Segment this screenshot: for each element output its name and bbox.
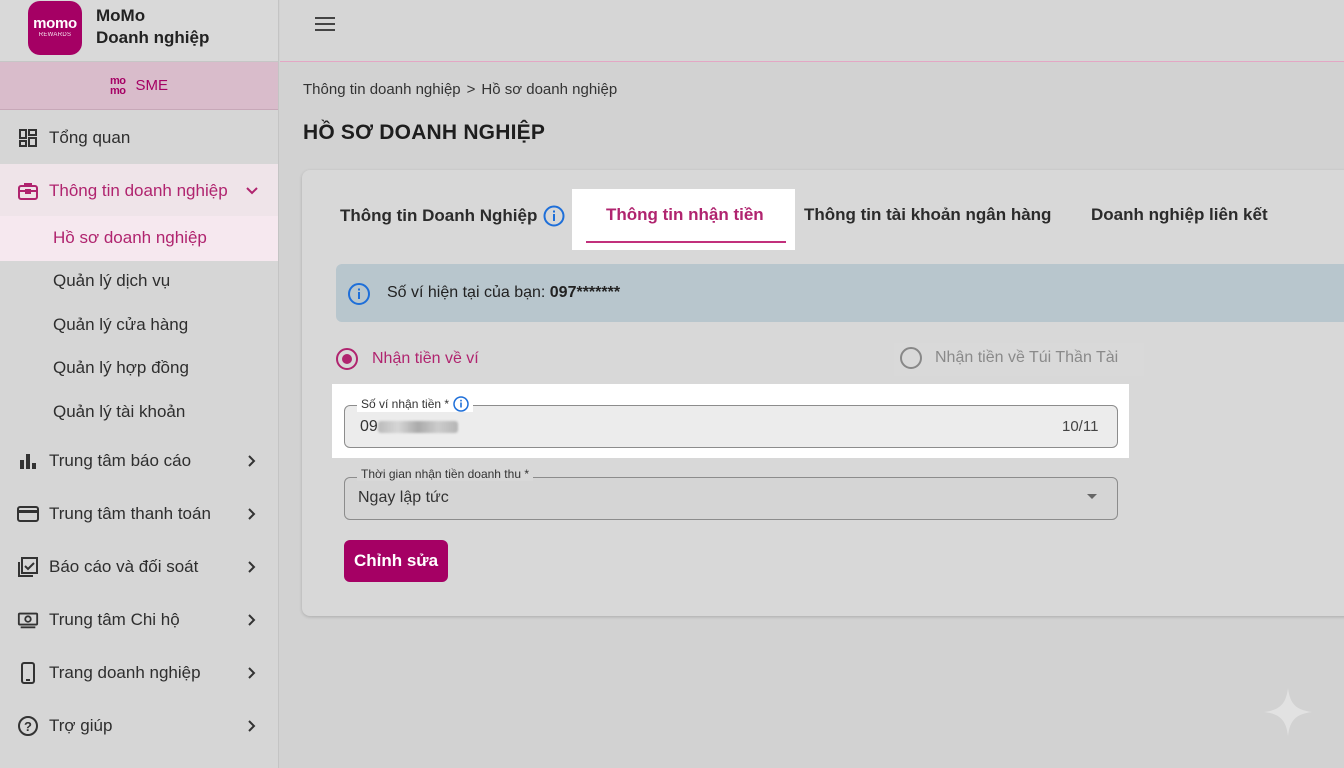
- help-icon: ?: [17, 715, 39, 737]
- sidebar-subitem-ho-so-doanh-nghiep[interactable]: Hồ sơ doanh nghiệp: [53, 228, 207, 248]
- sidebar-item-label: Trung tâm báo cáo: [49, 451, 192, 470]
- radio-unchecked-icon[interactable]: [900, 347, 922, 369]
- tab-doanh-nghiep-lien-ket[interactable]: Doanh nghiệp liên kết: [1091, 205, 1268, 225]
- sme-momo-icon: mo mo: [109, 74, 126, 97]
- credit-card-icon: [17, 503, 39, 525]
- brand-title: MoMo Doanh nghiệp: [96, 5, 209, 49]
- page-title: HỒ SƠ DOANH NGHIỆP: [303, 121, 546, 144]
- breadcrumb-current: Hồ sơ doanh nghiệp: [481, 81, 618, 98]
- info-icon[interactable]: [453, 396, 469, 412]
- logo-subtext: REWARDS: [38, 32, 72, 38]
- tab-active-underline: [586, 241, 786, 243]
- sidebar-item-tong-quan[interactable]: Tổng quan: [0, 126, 278, 150]
- checklist-icon: [17, 556, 39, 578]
- chevron-down-icon: [246, 187, 258, 195]
- sidebar-subitem-quan-ly-tai-khoan[interactable]: Quản lý tài khoản: [53, 402, 185, 422]
- logo-text: momo: [33, 15, 77, 32]
- svg-text:?: ?: [24, 719, 32, 734]
- edit-button[interactable]: Chỉnh sửa: [344, 540, 448, 582]
- revenue-time-label: Thời gian nhận tiền doanh thu *: [357, 467, 533, 481]
- chevron-right-icon: [248, 561, 256, 573]
- wallet-number-counter: 10/11: [1062, 418, 1099, 435]
- radio-nhan-tien-ve-vi[interactable]: Nhận tiền về ví: [336, 348, 479, 370]
- sidebar-item-label: Trung tâm thanh toán: [49, 504, 211, 523]
- wallet-number-value: 09: [360, 418, 458, 436]
- sidebar-item-label: Trung tâm Chi hộ: [49, 610, 180, 629]
- sme-mark-top: mo: [109, 74, 126, 87]
- tab-thong-tin-tai-khoan-ngan-hang[interactable]: Thông tin tài khoản ngân hàng: [804, 205, 1051, 225]
- wallet-number-prefix: 09: [360, 418, 378, 435]
- tab-label: Thông tin Doanh Nghiệp: [340, 206, 538, 225]
- brand-header: momo REWARDS MoMo Doanh nghiệp: [0, 0, 278, 62]
- breadcrumb-separator-icon: >: [466, 81, 476, 98]
- dashboard-icon: [17, 127, 39, 149]
- briefcase-icon: [17, 180, 39, 202]
- sidebar-item-trung-tam-thanh-toan[interactable]: Trung tâm thanh toán: [0, 502, 278, 526]
- radio-nhan-tien-ve-tui-than-tai[interactable]: Nhận tiền về Túi Thần Tài: [900, 347, 1118, 369]
- sidebar-item-trang-doanh-nghiep[interactable]: Trang doanh nghiệp: [0, 661, 278, 685]
- wallet-number-label-text: Số ví nhận tiền *: [361, 397, 450, 411]
- current-wallet-text: Số ví hiện tại của bạn: 097*******: [387, 284, 620, 302]
- tab-thong-tin-nhan-tien[interactable]: Thông tin nhận tiền: [606, 205, 764, 225]
- chevron-right-icon: [248, 667, 256, 679]
- brand-title-line1: MoMo: [96, 5, 146, 25]
- sme-mark-bottom: mo: [109, 84, 126, 97]
- sidebar-item-label: Thông tin doanh nghiệp: [49, 181, 228, 200]
- sidebar-item-label: Trang doanh nghiệp: [49, 663, 201, 682]
- current-wallet-value: 097*******: [549, 284, 621, 301]
- sparkle-icon: [1264, 688, 1312, 736]
- radio-label: Nhận tiền về Túi Thần Tài: [935, 349, 1119, 366]
- sidebar-item-label: Tổng quan: [49, 128, 131, 147]
- bar-chart-icon: [17, 450, 39, 472]
- sme-badge: mo mo SME: [0, 62, 278, 110]
- sidebar-item-tro-giup[interactable]: ? Trợ giúp: [0, 714, 278, 738]
- info-icon: [348, 283, 370, 305]
- sidebar-item-bao-cao-va-doi-soat[interactable]: Báo cáo và đối soát: [0, 555, 278, 579]
- masked-digits: [377, 420, 458, 433]
- sidebar-subitem-quan-ly-hop-dong[interactable]: Quản lý hợp đồng: [53, 358, 189, 378]
- chevron-right-icon: [248, 508, 256, 520]
- dropdown-arrow-icon[interactable]: [1085, 492, 1099, 502]
- sidebar-subitem-quan-ly-cua-hang[interactable]: Quản lý cửa hàng: [53, 315, 188, 335]
- sidebar-item-label: Trợ giúp: [49, 716, 113, 735]
- current-wallet-banner: Số ví hiện tại của bạn: 097*******: [336, 264, 1344, 322]
- chevron-right-icon: [248, 455, 256, 467]
- topbar: [280, 0, 1344, 62]
- revenue-time-select[interactable]: [344, 477, 1118, 520]
- radio-checked-icon[interactable]: [336, 348, 358, 370]
- info-icon[interactable]: [543, 205, 565, 227]
- radio-label: Nhận tiền về ví: [372, 350, 479, 367]
- sidebar-item-trung-tam-chi-ho[interactable]: Trung tâm Chi hộ: [0, 608, 278, 632]
- sidebar-item-trung-tam-bao-cao[interactable]: Trung tâm báo cáo: [0, 449, 278, 473]
- chevron-right-icon: [248, 720, 256, 732]
- tab-thong-tin-doanh-nghiep[interactable]: Thông tin Doanh Nghiệp: [340, 205, 565, 227]
- wallet-number-label: Số ví nhận tiền *: [357, 396, 474, 412]
- sidebar-item-label: Báo cáo và đối soát: [49, 557, 199, 576]
- menu-icon[interactable]: [315, 17, 335, 33]
- sidebar-subitem-quan-ly-dich-vu[interactable]: Quản lý dịch vụ: [53, 271, 170, 291]
- momo-logo[interactable]: momo REWARDS: [28, 0, 82, 55]
- breadcrumb: Thông tin doanh nghiệp > Hồ sơ doanh ngh…: [303, 81, 617, 98]
- breadcrumb-parent[interactable]: Thông tin doanh nghiệp: [303, 81, 461, 98]
- revenue-time-value: Ngay lập tức: [358, 489, 449, 506]
- sme-label: SME: [135, 77, 168, 94]
- brand-title-line2: Doanh nghiệp: [96, 27, 210, 47]
- chevron-right-icon: [248, 614, 256, 626]
- payout-icon: [17, 609, 39, 631]
- sidebar: momo REWARDS MoMo Doanh nghiệp mo mo SME: [0, 0, 279, 768]
- phone-icon: [17, 662, 39, 684]
- sidebar-item-thong-tin-doanh-nghiep[interactable]: Thông tin doanh nghiệp: [0, 179, 278, 203]
- current-wallet-label: Số ví hiện tại của bạn:: [387, 284, 550, 301]
